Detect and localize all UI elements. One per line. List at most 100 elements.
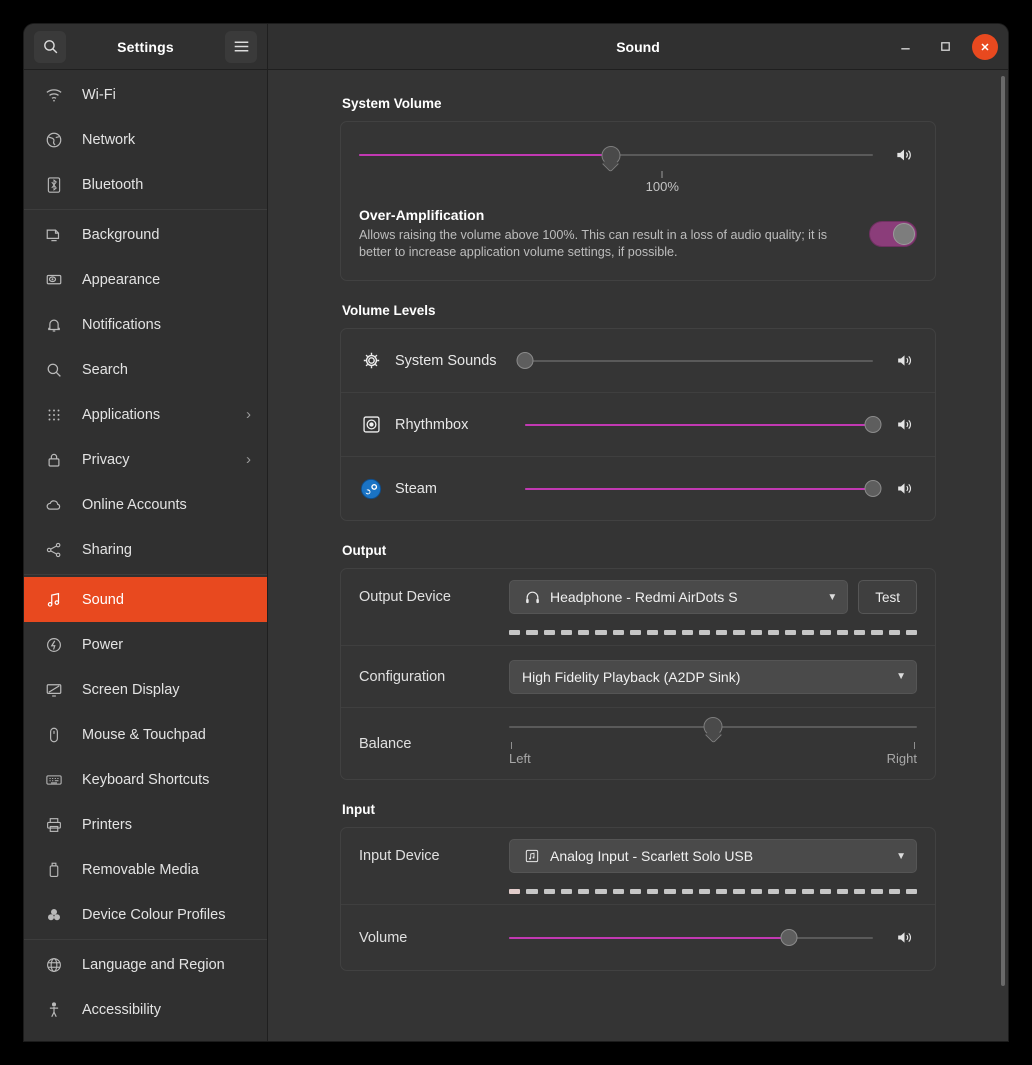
level-meter-segment bbox=[836, 629, 848, 635]
maximize-icon bbox=[940, 42, 950, 51]
balance-slider-wrap: Left Right bbox=[509, 714, 917, 774]
sidebar-item-applications[interactable]: Applications › bbox=[24, 392, 267, 437]
app-title: Settings bbox=[117, 38, 174, 55]
level-meter-segment bbox=[560, 629, 572, 635]
over-amplification-text: Over-Amplification Allows raising the vo… bbox=[359, 207, 869, 260]
sidebar-item-online-accounts[interactable]: Online Accounts bbox=[24, 482, 267, 527]
over-amplification-title: Over-Amplification bbox=[359, 207, 485, 223]
mute-button-rhythmbox[interactable] bbox=[891, 415, 917, 434]
minimize-button[interactable] bbox=[892, 34, 918, 60]
configuration-label: Configuration bbox=[359, 668, 446, 685]
sidebar-item-keyboard-shortcuts[interactable]: Keyboard Shortcuts bbox=[24, 757, 267, 802]
search-icon bbox=[44, 360, 64, 380]
share-nodes-icon bbox=[44, 540, 64, 560]
sidebar-item-sharing[interactable]: Sharing bbox=[24, 527, 267, 572]
sidebar-item-mouse-touchpad[interactable]: Mouse & Touchpad bbox=[24, 712, 267, 757]
mute-button-system-sounds[interactable] bbox=[891, 351, 917, 370]
sidebar-item-privacy[interactable]: Privacy › bbox=[24, 437, 267, 482]
sidebar-item-search[interactable]: Search bbox=[24, 347, 267, 392]
background-icon bbox=[44, 225, 64, 245]
level-meter-segment bbox=[543, 888, 555, 894]
volume-slider-steam[interactable] bbox=[525, 476, 882, 502]
level-meter-segment bbox=[802, 888, 814, 894]
settings-window: Settings Sound Wi-Fi Network Bluetooth B… bbox=[24, 24, 1008, 1041]
input-mute-button[interactable] bbox=[891, 928, 917, 947]
level-meter-segment bbox=[698, 629, 710, 635]
sidebar-item-removable-media[interactable]: Removable Media bbox=[24, 847, 267, 892]
level-meter-segment bbox=[612, 629, 624, 635]
search-icon bbox=[43, 40, 57, 54]
sidebar-item-power[interactable]: Power bbox=[24, 622, 267, 667]
sidebar-item-network[interactable]: Network bbox=[24, 117, 267, 162]
sidebar-item-device-colour-profiles[interactable]: Device Colour Profiles bbox=[24, 892, 267, 937]
level-meter-segment bbox=[888, 888, 900, 894]
power-icon bbox=[44, 635, 64, 655]
output-device-row: Output Device Headphone - Redmi AirDots … bbox=[341, 569, 935, 625]
vertical-scrollbar[interactable] bbox=[1001, 76, 1005, 986]
level-meter-segment bbox=[767, 629, 779, 635]
mouse-icon bbox=[44, 725, 64, 745]
sidebar-item-label: Sharing bbox=[82, 541, 132, 558]
level-meter-segment bbox=[871, 629, 883, 635]
slider-handle[interactable] bbox=[516, 352, 534, 370]
input-device-label: Input Device bbox=[359, 848, 440, 865]
output-level-meter bbox=[509, 625, 917, 645]
sidebar-item-label: Screen Display bbox=[82, 681, 180, 698]
configuration-dropdown[interactable]: High Fidelity Playback (A2DP Sink) ▼ bbox=[509, 659, 917, 694]
sound-settings-panel: System Volume 100% Over-Amplification Al… bbox=[268, 70, 1008, 1041]
sidebar-item-bluetooth[interactable]: Bluetooth bbox=[24, 162, 267, 207]
mute-button-steam[interactable] bbox=[891, 479, 917, 498]
sidebar-item-notifications[interactable]: Notifications bbox=[24, 302, 267, 347]
main-menu-button[interactable] bbox=[225, 30, 257, 63]
output-device-dropdown[interactable]: Headphone - Redmi AirDots S ▼ bbox=[509, 580, 849, 615]
window-body: Wi-Fi Network Bluetooth Background Appea… bbox=[24, 70, 1008, 1041]
sidebar-item-label: Privacy bbox=[82, 451, 130, 468]
sidebar-item-language-and-region[interactable]: Language and Region bbox=[24, 942, 267, 987]
sidebar-item-accessibility[interactable]: Accessibility bbox=[24, 987, 267, 1032]
volume-slider-rhythmbox[interactable] bbox=[525, 412, 882, 438]
level-meter-segment bbox=[733, 629, 745, 635]
test-button[interactable]: Test bbox=[858, 580, 917, 615]
sidebar-item-printers[interactable]: Printers bbox=[24, 802, 267, 847]
sidebar-item-label: Applications bbox=[82, 406, 161, 423]
sidebar-item-appearance[interactable]: Appearance bbox=[24, 257, 267, 302]
system-volume-speaker-button[interactable] bbox=[891, 145, 917, 165]
slider-handle[interactable] bbox=[864, 480, 882, 498]
slider-handle[interactable] bbox=[703, 717, 723, 737]
level-meter-segment bbox=[888, 629, 900, 635]
system-volume-slider[interactable] bbox=[359, 142, 873, 168]
volume-level-row-rhythmbox: Rhythmbox bbox=[341, 392, 935, 456]
slider-handle[interactable] bbox=[601, 145, 621, 165]
sidebar-item-sound[interactable]: Sound bbox=[24, 577, 267, 622]
sidebar-item-background[interactable]: Background bbox=[24, 212, 267, 257]
close-button[interactable] bbox=[972, 33, 998, 60]
level-meter-segment bbox=[543, 629, 555, 635]
slider-handle[interactable] bbox=[780, 929, 798, 947]
app-name: System Sounds bbox=[395, 352, 497, 369]
level-meter-segment bbox=[664, 888, 676, 894]
balance-label: Balance bbox=[359, 735, 412, 752]
input-device-dropdown[interactable]: Analog Input - Scarlett Solo USB ▼ bbox=[509, 839, 917, 874]
slider-handle[interactable] bbox=[864, 416, 882, 434]
over-amplification-toggle[interactable] bbox=[869, 220, 917, 247]
audio-card-icon bbox=[522, 846, 542, 866]
level-meter-segment bbox=[526, 888, 538, 894]
input-level-meter-row bbox=[341, 884, 935, 904]
balance-slider[interactable] bbox=[509, 714, 917, 740]
keyboard-icon bbox=[44, 770, 64, 790]
speaker-volume-icon bbox=[897, 149, 911, 161]
minimize-icon bbox=[900, 48, 910, 50]
app-name: Rhythmbox bbox=[395, 416, 469, 433]
volume-slider-system-sounds[interactable] bbox=[516, 348, 873, 374]
level-meter-segment bbox=[681, 888, 693, 894]
search-button[interactable] bbox=[34, 30, 66, 63]
sidebar-item-screen-display[interactable]: Screen Display bbox=[24, 667, 267, 712]
maximize-button[interactable] bbox=[932, 34, 958, 60]
input-volume-slider[interactable] bbox=[509, 925, 873, 951]
display-icon bbox=[44, 680, 64, 700]
output-configuration-row: Configuration High Fidelity Playback (A2… bbox=[341, 645, 935, 707]
level-meter-segment bbox=[871, 888, 883, 894]
hamburger-menu-icon bbox=[234, 41, 248, 52]
sidebar-item-wifi[interactable]: Wi-Fi bbox=[24, 72, 267, 117]
section-title-input: Input bbox=[342, 802, 375, 818]
